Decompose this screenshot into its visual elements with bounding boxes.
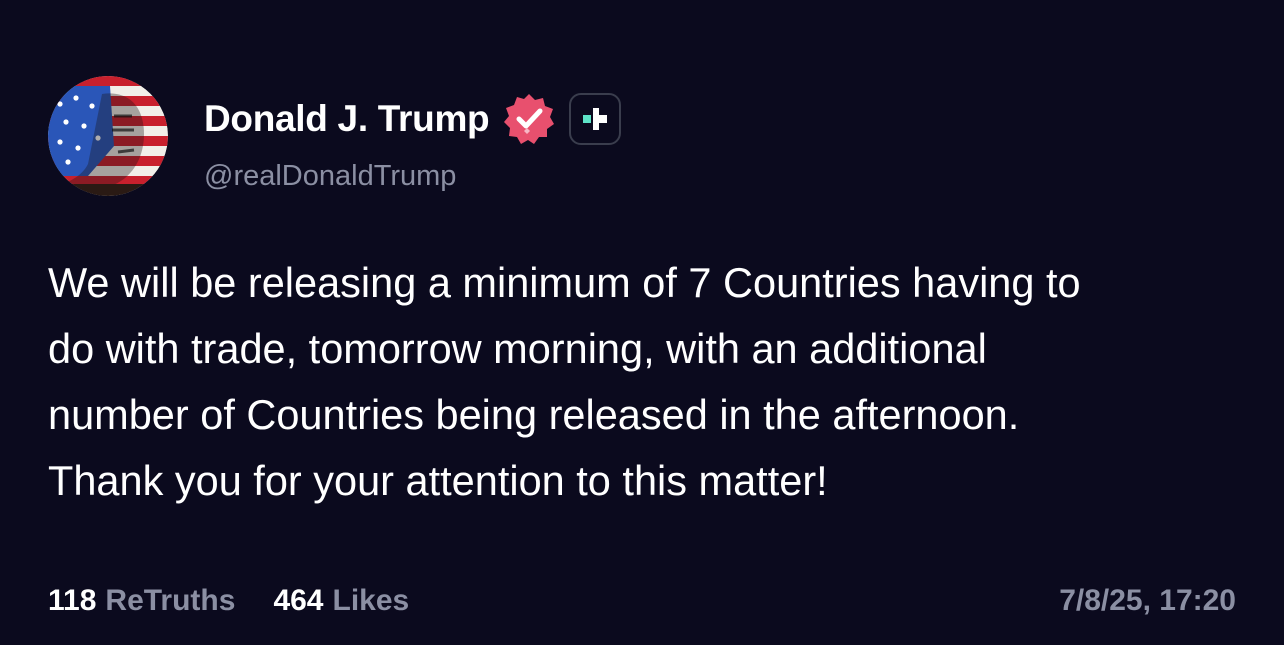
likes-label: Likes bbox=[332, 584, 410, 617]
avatar-image bbox=[48, 76, 168, 196]
post-line: We will be releasing a minimum of 7 Coun… bbox=[48, 259, 1081, 306]
verified-badge-icon bbox=[501, 91, 557, 147]
avatar[interactable] bbox=[48, 76, 168, 196]
likes-count: 464 bbox=[273, 584, 324, 617]
post-timestamp[interactable]: 7/8/25, 17:20 bbox=[1059, 584, 1236, 618]
author-handle[interactable]: @realDonaldTrump bbox=[204, 160, 456, 193]
retruths-stat[interactable]: 118 ReTruths bbox=[48, 584, 235, 618]
post-line: Thank you for your attention to this mat… bbox=[48, 457, 828, 504]
post-card: Donald J. Trump @realDonaldTrump We will… bbox=[0, 0, 1284, 645]
post-stats: 118 ReTruths 464 Likes bbox=[48, 584, 447, 618]
post-body: We will be releasing a minimum of 7 Coun… bbox=[48, 250, 1248, 514]
retruths-label: ReTruths bbox=[105, 584, 236, 617]
author-display-name[interactable]: Donald J. Trump bbox=[204, 98, 490, 140]
retruths-count: 118 bbox=[48, 584, 97, 617]
post-line: do with trade, tomorrow morning, with an… bbox=[48, 325, 987, 372]
truth-plus-icon[interactable] bbox=[569, 93, 622, 145]
author-name-row: Donald J. Trump bbox=[204, 91, 622, 147]
likes-stat[interactable]: 464 Likes bbox=[273, 584, 409, 618]
post-line: number of Countries being released in th… bbox=[48, 391, 1020, 438]
